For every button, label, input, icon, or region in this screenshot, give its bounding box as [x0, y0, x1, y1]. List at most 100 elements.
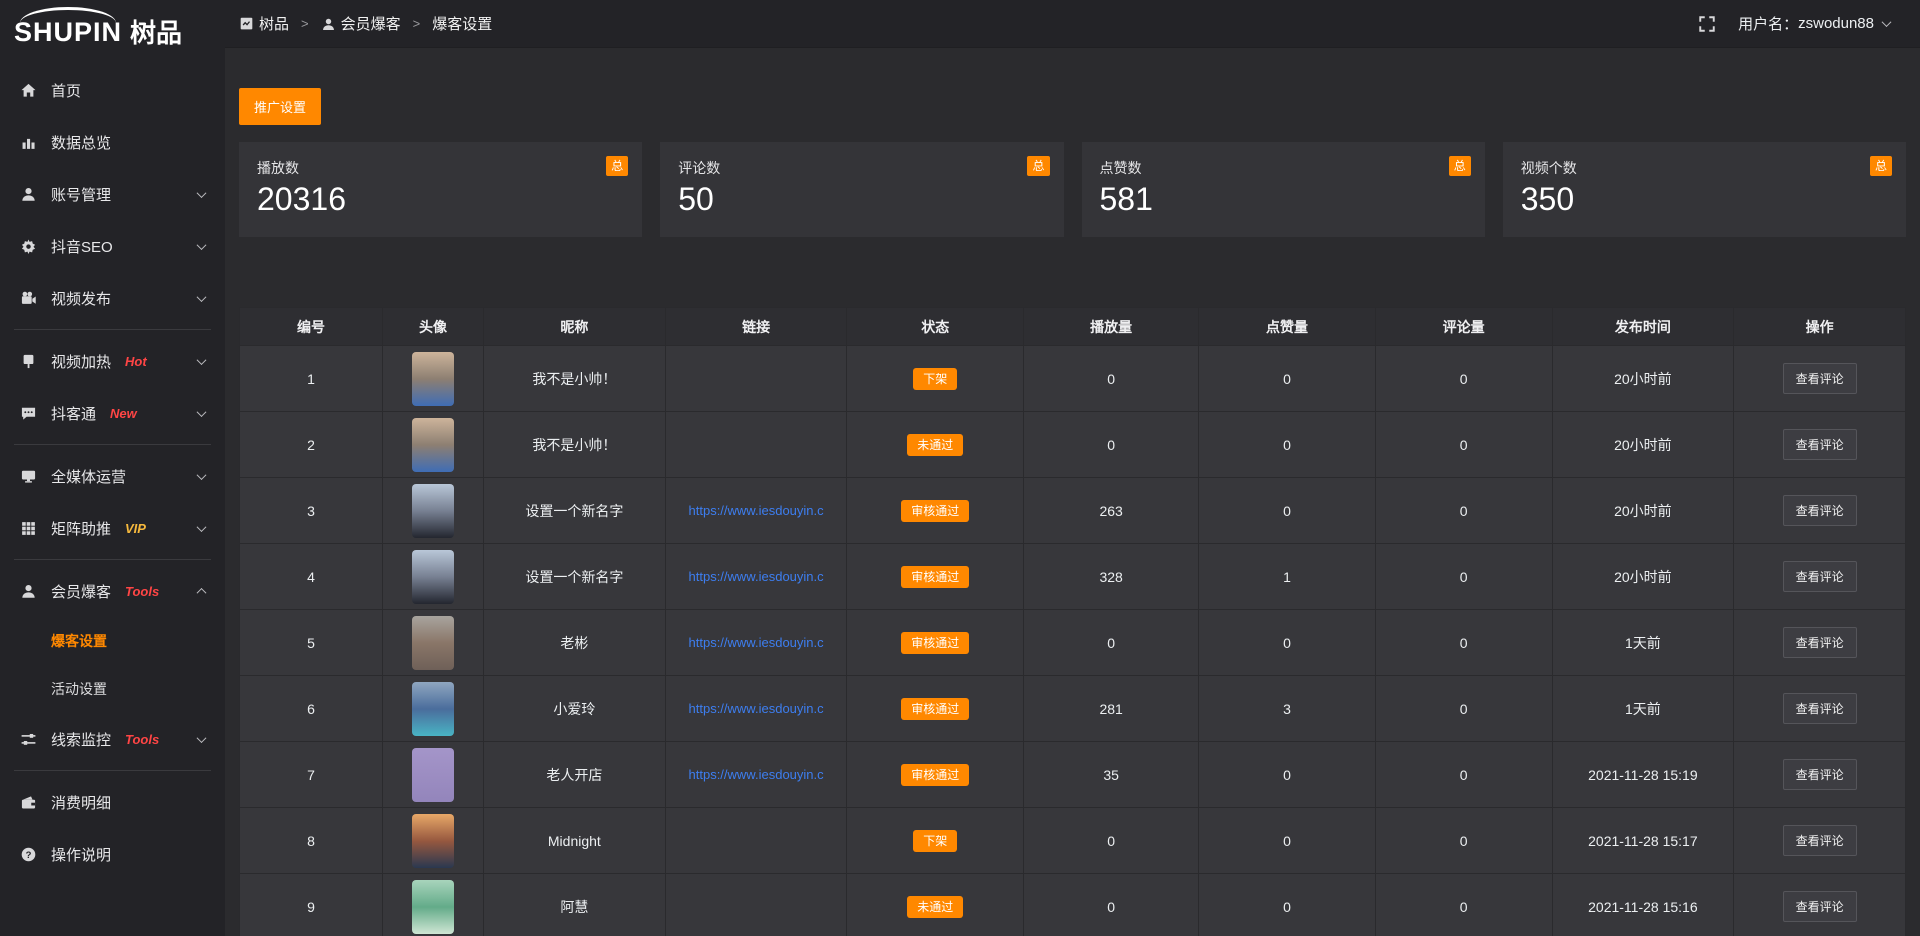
sidebar-subitem-baoke-settings[interactable]: 爆客设置 [0, 617, 225, 665]
view-comments-button[interactable]: 查看评论 [1783, 891, 1857, 922]
gear-icon [20, 238, 37, 255]
cell-action: 查看评论 [1734, 610, 1906, 676]
cell-time: 1天前 [1552, 610, 1734, 676]
cell-likes: 0 [1199, 742, 1376, 808]
cell-nickname: 我不是小帅！ [483, 346, 665, 412]
sidebar-item-label: 会员爆客 [51, 581, 111, 602]
avatar [412, 484, 454, 538]
view-comments-button[interactable]: 查看评论 [1783, 561, 1857, 592]
stat-value: 350 [1521, 182, 1888, 217]
cell-time: 20小时前 [1552, 478, 1734, 544]
breadcrumb-item[interactable]: 爆客设置 [432, 13, 492, 34]
cell-link: https://www.iesdouyin.c [665, 478, 847, 544]
cell-avatar [383, 478, 484, 544]
sidebar-item-home[interactable]: 首页 [0, 64, 225, 116]
cell-status: 审核通过 [847, 544, 1024, 610]
cell-likes: 0 [1199, 346, 1376, 412]
fullscreen-icon[interactable] [1698, 15, 1716, 33]
sidebar-item-video-heat[interactable]: 视频加热Hot [0, 335, 225, 387]
status-badge: 下架 [913, 830, 957, 852]
cell-plays: 0 [1024, 808, 1199, 874]
avatar [412, 814, 454, 868]
promo-settings-button[interactable]: 推广设置 [239, 88, 321, 125]
avatar [412, 880, 454, 934]
total-badge: 总 [1870, 156, 1892, 176]
cell-comments: 0 [1375, 478, 1552, 544]
avatar [412, 616, 454, 670]
sidebar-item-member-baoke[interactable]: 会员爆客Tools [0, 565, 225, 617]
logo-text-en: SHUPIN [14, 19, 122, 46]
cell-time: 2021-11-28 15:16 [1552, 874, 1734, 936]
avatar [412, 418, 454, 472]
video-icon [20, 290, 37, 307]
cell-plays: 0 [1024, 874, 1199, 936]
cell-time: 20小时前 [1552, 346, 1734, 412]
video-link[interactable]: https://www.iesdouyin.c [670, 635, 843, 650]
stat-value: 581 [1100, 182, 1467, 217]
breadcrumb-label: 爆客设置 [432, 13, 492, 34]
sidebar-item-matrix-boost[interactable]: 矩阵助推VIP [0, 502, 225, 554]
sidebar-item-douyin-seo[interactable]: 抖音SEO [0, 220, 225, 272]
cell-comments: 0 [1375, 346, 1552, 412]
sidebar-item-label: 抖音SEO [51, 236, 113, 257]
view-comments-button[interactable]: 查看评论 [1783, 363, 1857, 394]
sidebar-item-consume-detail[interactable]: 消费明细 [0, 776, 225, 828]
view-comments-button[interactable]: 查看评论 [1783, 495, 1857, 526]
cell-id: 9 [240, 874, 383, 936]
video-link[interactable]: https://www.iesdouyin.c [670, 767, 843, 782]
help-icon: ? [20, 846, 37, 863]
sidebar-item-video-publish[interactable]: 视频发布 [0, 272, 225, 324]
breadcrumb-label: 树品 [259, 13, 289, 34]
status-badge: 未通过 [907, 434, 963, 456]
cell-avatar [383, 412, 484, 478]
sliders-icon [20, 731, 37, 748]
cell-avatar [383, 346, 484, 412]
cell-time: 2021-11-28 15:17 [1552, 808, 1734, 874]
wallet-icon [20, 794, 37, 811]
breadcrumb-item[interactable]: 树品 [239, 13, 289, 34]
video-link[interactable]: https://www.iesdouyin.c [670, 701, 843, 716]
view-comments-button[interactable]: 查看评论 [1783, 693, 1857, 724]
avatar [412, 748, 454, 802]
user-menu[interactable]: 用户名：zswodun88 [1738, 13, 1894, 34]
sidebar: SHUPIN 树品 首页数据总览账号管理抖音SEO 视频发布视频加热Hot抖客通N… [0, 0, 225, 936]
view-comments-button[interactable]: 查看评论 [1783, 429, 1857, 460]
view-comments-button[interactable]: 查看评论 [1783, 825, 1857, 856]
cell-nickname: 设置一个新名字 [483, 478, 665, 544]
cell-avatar [383, 808, 484, 874]
sidebar-item-clue-monitor[interactable]: 线索监控Tools [0, 713, 225, 765]
username-label: 用户名： [1738, 13, 1798, 34]
total-badge: 总 [1449, 156, 1471, 176]
sidebar-item-douketong[interactable]: 抖客通New [0, 387, 225, 439]
view-comments-button[interactable]: 查看评论 [1783, 627, 1857, 658]
sidebar-item-operation-guide[interactable]: ?操作说明 [0, 828, 225, 880]
cell-status: 审核通过 [847, 742, 1024, 808]
sidebar-item-label: 线索监控 [51, 729, 111, 750]
video-link[interactable]: https://www.iesdouyin.c [670, 569, 843, 584]
sidebar-divider [14, 770, 211, 771]
cell-comments: 0 [1375, 610, 1552, 676]
total-badge: 总 [606, 156, 628, 176]
topbar-right: 用户名：zswodun88 [1698, 13, 1894, 34]
cell-likes: 0 [1199, 808, 1376, 874]
sidebar-item-data-overview[interactable]: 数据总览 [0, 116, 225, 168]
cell-likes: 0 [1199, 610, 1376, 676]
sidebar-item-label: 数据总览 [51, 132, 111, 153]
video-link[interactable]: https://www.iesdouyin.c [670, 503, 843, 518]
logo-arc [20, 7, 116, 23]
cell-likes: 3 [1199, 676, 1376, 742]
view-comments-button[interactable]: 查看评论 [1783, 759, 1857, 790]
sidebar-item-media-operation[interactable]: 全媒体运营 [0, 450, 225, 502]
cell-action: 查看评论 [1734, 412, 1906, 478]
cell-link [665, 412, 847, 478]
app: { "brand": {"name_en": "SHUPIN", "name_c… [0, 0, 1920, 936]
chevron-down-icon [197, 355, 207, 365]
sidebar-subitem-activity-settings[interactable]: 活动设置 [0, 665, 225, 713]
sidebar-item-account-management[interactable]: 账号管理 [0, 168, 225, 220]
user-icon [20, 186, 37, 203]
table-row: 6 小爱玲 https://www.iesdouyin.c 审核通过 281 3… [240, 676, 1906, 742]
logo-text-cn: 树品 [130, 20, 182, 46]
status-badge: 审核通过 [901, 632, 969, 654]
breadcrumb-item[interactable]: 会员爆客 [321, 13, 401, 34]
breadcrumb-separator: > [301, 16, 309, 31]
